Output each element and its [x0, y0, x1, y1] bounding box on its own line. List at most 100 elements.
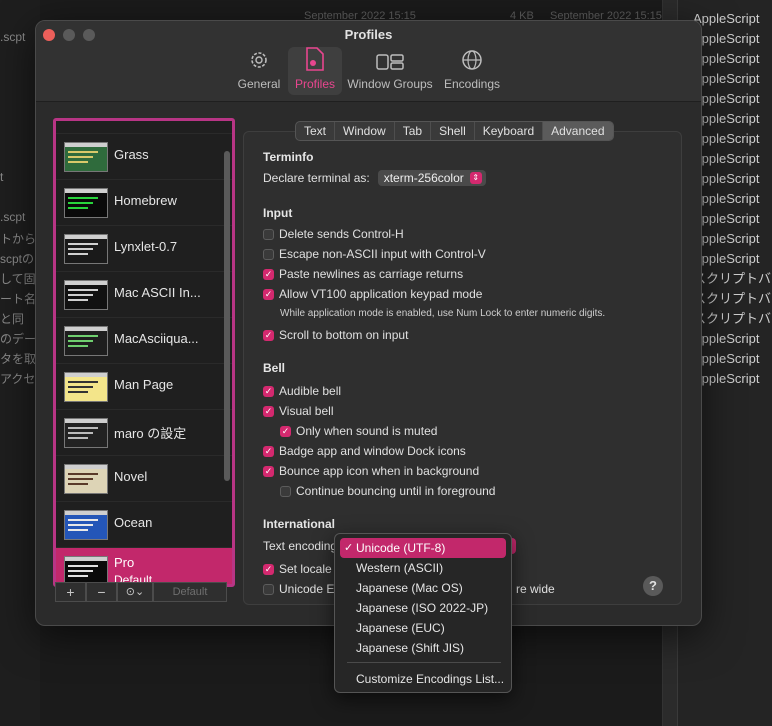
encoding-menu-item[interactable]: Western (ASCII) [340, 558, 506, 578]
checkbox-box[interactable]: ✓ [263, 268, 274, 280]
checkbox-box[interactable]: ✓ [263, 405, 274, 417]
thumbnail-text-line [68, 524, 93, 526]
background-rows: AppleScript AppleScript AppleScript AppleSc… [693, 9, 772, 389]
background-row: AppleScript [693, 51, 760, 66]
set-default-button[interactable]: Default [153, 582, 227, 602]
profiles-list[interactable]: Grass Homebrew Lynxlet-0.7 Mac ASCII In... M… [53, 118, 235, 587]
profile-item[interactable]: Mac ASCII In... [56, 272, 232, 318]
window-titlebar: Profiles General Profiles Window Groups … [36, 21, 701, 102]
set-locale-checkbox[interactable]: ✓ Set locale [263, 562, 332, 576]
section-international: International [263, 517, 336, 531]
encoding-menu-item[interactable]: Japanese (Shift JIS) [340, 638, 506, 658]
delete-ctrl-h-checkbox[interactable]: Delete sends Control-H [263, 227, 404, 241]
unicode-east-asian-checkbox[interactable]: Unicode Ea [263, 582, 341, 596]
profile-thumbnail [64, 510, 108, 540]
help-button[interactable]: ? [643, 576, 663, 596]
toolbar-profiles[interactable]: Profiles [288, 47, 342, 95]
profile-item[interactable]: MacAsciiqua... [56, 318, 232, 364]
profile-thumbnail [64, 280, 108, 310]
profile-thumbnail [64, 234, 108, 264]
encoding-menu-item[interactable]: Japanese (EUC) [340, 618, 506, 638]
updown-arrow-icon: ⇕ [469, 172, 482, 184]
checkbox-box[interactable]: ✓ [263, 563, 274, 575]
background-row: AppleScript [693, 191, 760, 206]
tab-keyboard[interactable]: Keyboard [475, 122, 544, 140]
checkbox-label: Set locale [279, 562, 332, 576]
tab-advanced[interactable]: Advanced [543, 122, 613, 140]
checkbox-box[interactable]: ✓ [263, 288, 274, 300]
paste-newlines-checkbox[interactable]: ✓ Paste newlines as carriage returns [263, 267, 463, 281]
thumbnail-text-line [68, 565, 98, 567]
audible-bell-checkbox[interactable]: ✓ Audible bell [263, 384, 341, 398]
visual-bell-checkbox[interactable]: ✓ Visual bell [263, 404, 333, 418]
toolbar-window-groups[interactable]: Window Groups [347, 47, 433, 95]
background-row: AppleScript [693, 251, 760, 266]
checkbox-box[interactable] [280, 485, 291, 497]
badge-icons-checkbox[interactable]: ✓ Badge app and window Dock icons [263, 444, 466, 458]
bounce-icon-checkbox[interactable]: ✓ Bounce app icon when in background [263, 464, 479, 478]
encoding-menu-item[interactable]: ✓ Unicode (UTF-8) [340, 538, 506, 558]
checkbox-box[interactable]: ✓ [280, 425, 291, 437]
profile-item[interactable]: Man Page [56, 364, 232, 410]
profile-thumbnail [64, 142, 108, 172]
more-actions-button[interactable]: ⊙⌄ [117, 582, 153, 602]
window-groups-icon [347, 47, 433, 71]
declare-terminal-label: Declare terminal as: [263, 171, 370, 185]
checkbox-label: Badge app and window Dock icons [279, 444, 466, 458]
checkbox-box[interactable]: ✓ [263, 329, 274, 341]
encoding-menu-item[interactable]: Japanese (ISO 2022-JP) [340, 598, 506, 618]
text-encoding-label: Text encoding [263, 539, 338, 553]
profile-item[interactable]: Lynxlet-0.7 [56, 226, 232, 272]
customize-encodings-item[interactable]: Customize Encodings List... [340, 669, 506, 689]
background-text: t [0, 170, 4, 184]
checkbox-box[interactable]: ✓ [263, 445, 274, 457]
thumbnail-text-line [68, 483, 88, 485]
remove-profile-button[interactable]: − [86, 582, 117, 602]
profile-name: Novel [114, 469, 148, 484]
profile-item[interactable]: Ocean [56, 502, 232, 548]
thumbnail-text-line [68, 202, 93, 204]
background-text: トから [0, 232, 37, 246]
escape-non-ascii-checkbox[interactable]: Escape non-ASCII input with Control-V [263, 247, 486, 261]
checkbox-box[interactable] [263, 228, 274, 240]
background-row: AppleScript [693, 171, 760, 186]
checkbox-box[interactable]: ✓ [263, 465, 274, 477]
background-row: AppleScript [693, 131, 760, 146]
toolbar-encodings[interactable]: Encodings [441, 47, 503, 95]
encoding-menu-item[interactable]: Japanese (Mac OS) [340, 578, 506, 598]
checkbox-box[interactable] [263, 248, 274, 260]
profile-thumbnail [64, 372, 108, 402]
vt100-keypad-checkbox[interactable]: ✓ Allow VT100 application keypad mode [263, 287, 482, 301]
toolbar-general[interactable]: General [234, 47, 284, 95]
scroll-bottom-checkbox[interactable]: ✓ Scroll to bottom on input [263, 328, 408, 342]
menu-item-label: Japanese (Mac OS) [356, 581, 463, 595]
profile-thumbnail [64, 188, 108, 218]
checkbox-box[interactable] [263, 583, 274, 595]
settings-tabs: Text Window Tab Shell Keyboard Advanced [295, 121, 614, 141]
profile-item[interactable]: Homebrew [56, 180, 232, 226]
terminal-type-value: xterm-256color [383, 171, 464, 185]
profile-item[interactable]: maro の設定 [56, 410, 232, 456]
tab-shell[interactable]: Shell [431, 122, 475, 140]
background-row: AppleScript [693, 371, 760, 386]
add-profile-button[interactable]: + [55, 582, 86, 602]
only-when-muted-checkbox[interactable]: ✓ Only when sound is muted [280, 424, 437, 438]
continue-bouncing-checkbox[interactable]: Continue bouncing until in foreground [280, 484, 495, 498]
tab-window[interactable]: Window [335, 122, 395, 140]
background-text: scptの [0, 252, 35, 266]
background-row: スクリプトバン [693, 311, 772, 326]
tab-tab[interactable]: Tab [395, 122, 432, 140]
thumbnail-text-line [68, 345, 88, 347]
tab-text[interactable]: Text [296, 122, 336, 140]
profile-item[interactable]: Novel [56, 456, 232, 502]
checkbox-box[interactable]: ✓ [263, 385, 274, 397]
thumbnail-text-line [68, 289, 98, 291]
checkbox-label: Audible bell [279, 384, 342, 398]
terminal-type-popup[interactable]: xterm-256color ⇕ [377, 170, 486, 186]
thumbnail-titlebar [65, 189, 107, 193]
background-row: AppleScript [693, 71, 760, 86]
menu-separator [347, 662, 501, 663]
background-text: と同 [0, 312, 25, 326]
profile-item[interactable]: Grass [56, 134, 232, 180]
profiles-scrollbar[interactable] [224, 151, 230, 481]
